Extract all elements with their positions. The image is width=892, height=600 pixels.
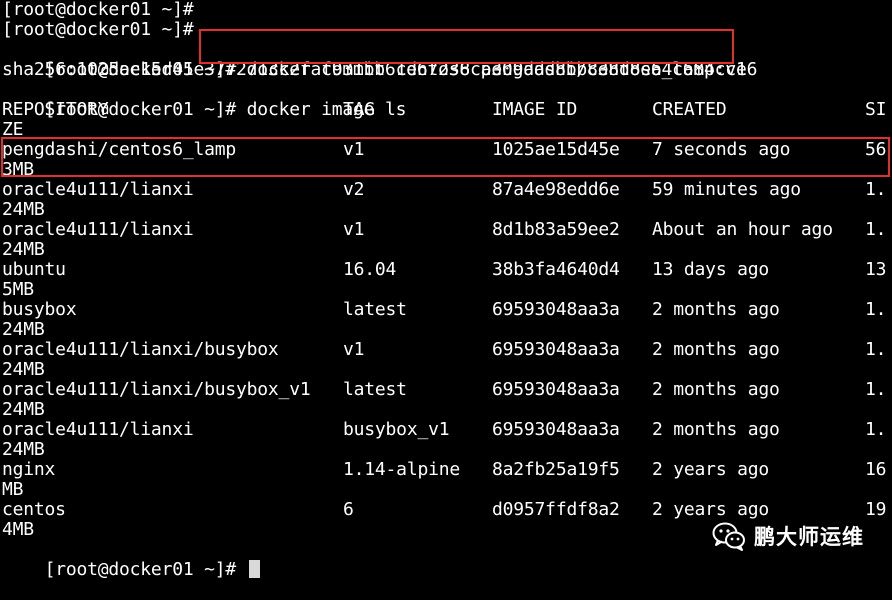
cell-repository: nginx bbox=[2, 459, 56, 480]
table-row: nginx 1.14-alpine 8a2fb25a19f5 2 years ago 1… bbox=[2, 460, 892, 480]
table-row: oracle4u111/lianxi v1 8d1b83a59ee2 About an… bbox=[2, 220, 892, 240]
cell-size-wrap: 24MB bbox=[2, 319, 45, 340]
cell-size-wrap: 4MB bbox=[2, 519, 34, 540]
cell-size-wrap: 3MB bbox=[2, 159, 34, 180]
cell-size-a: 1. bbox=[865, 179, 887, 200]
table-row: oracle4u111/lianxi/busybox v1 69593048aa3a… bbox=[2, 340, 892, 360]
cell-size-wrap: 24MB bbox=[2, 359, 45, 380]
header-size-wrap: ZE bbox=[2, 119, 24, 140]
cell-created: About an hour ago bbox=[652, 219, 833, 240]
images-command-line: [root@docker01 ~]# docker image ls bbox=[2, 80, 407, 120]
cell-image-id: 38b3fa4640d4 bbox=[492, 259, 620, 280]
watermark-text: 鹏大师运维 bbox=[754, 525, 864, 549]
table-row: busybox latest 69593048aa3a 2 months ago 1. bbox=[2, 300, 892, 320]
cell-created: 13 days ago bbox=[652, 259, 770, 280]
cell-created: 59 minutes ago bbox=[652, 179, 801, 200]
cell-created: 2 months ago bbox=[652, 419, 780, 440]
prompt-line: [root@docker01 ~]# bbox=[2, 0, 194, 20]
cell-size-a: 19 bbox=[865, 499, 887, 520]
cell-tag: 1.14-alpine bbox=[343, 459, 461, 480]
cell-repository: oracle4u111/lianxi/busybox bbox=[2, 339, 279, 360]
cell-tag: v1 bbox=[343, 339, 365, 360]
cell-size-wrap: 5MB bbox=[2, 279, 34, 300]
cell-tag: v1 bbox=[343, 139, 365, 160]
prompt-line: [root@docker01 ~]# bbox=[2, 19, 194, 40]
cell-tag: 16.04 bbox=[343, 259, 397, 280]
table-header: REPOSITORY TAG IMAGE ID CREATED SI bbox=[2, 100, 892, 120]
table-row: ubuntu 16.04 38b3fa4640d4 13 days ago 13 bbox=[2, 260, 892, 280]
cell-repository: ubuntu bbox=[2, 259, 66, 280]
cell-size-wrap: MB bbox=[2, 479, 24, 500]
watermark: 鹏大师运维 bbox=[712, 516, 864, 556]
cell-size-a: 13 bbox=[865, 259, 887, 280]
cell-size-wrap: 24MB bbox=[2, 399, 45, 420]
cell-size-a: 1. bbox=[865, 379, 887, 400]
commit-command-line: [root@docker01 ~]# docker commit centos6… bbox=[2, 40, 747, 80]
cell-repository: oracle4u111/lianxi/busybox_v1 bbox=[2, 379, 311, 400]
cell-image-id: 69593048aa3a bbox=[492, 379, 620, 400]
table-row: pengdashi/centos6_lamp v1 1025ae15d45e 7 se… bbox=[2, 140, 892, 160]
wechat-icon bbox=[712, 522, 745, 551]
cell-repository: busybox bbox=[2, 299, 77, 320]
cell-image-id: 1025ae15d45e bbox=[492, 139, 620, 160]
prompt: [root@docker01 ~]# bbox=[44, 559, 237, 580]
cell-tag: latest bbox=[343, 379, 407, 400]
cell-tag: v1 bbox=[343, 219, 365, 240]
cell-image-id: 69593048aa3a bbox=[492, 299, 620, 320]
cell-repository: pengdashi/centos6_lamp bbox=[2, 139, 237, 160]
cell-image-id: 8d1b83a59ee2 bbox=[492, 219, 620, 240]
cell-created: 2 months ago bbox=[652, 299, 780, 320]
cell-image-id: 69593048aa3a bbox=[492, 419, 620, 440]
commit-output: sha256:1025ae15d45e3772713c2faf931bb61d6… bbox=[2, 59, 758, 80]
cell-size-a: 56 bbox=[865, 139, 887, 160]
final-prompt-line[interactable]: [root@docker01 ~]# bbox=[2, 540, 260, 580]
header-repository: REPOSITORY bbox=[2, 99, 109, 120]
cell-image-id: 69593048aa3a bbox=[492, 339, 620, 360]
cell-tag: busybox_v1 bbox=[343, 419, 450, 440]
cell-repository: oracle4u111/lianxi bbox=[2, 219, 194, 240]
cell-size-a: 1. bbox=[865, 419, 887, 440]
cell-created: 2 months ago bbox=[652, 379, 780, 400]
cell-repository: oracle4u111/lianxi bbox=[2, 179, 194, 200]
cell-image-id: 8a2fb25a19f5 bbox=[492, 459, 620, 480]
cell-created: 7 seconds ago bbox=[652, 139, 791, 160]
header-size: SI bbox=[865, 99, 887, 120]
cell-repository: oracle4u111/lianxi bbox=[2, 419, 194, 440]
header-created: CREATED bbox=[652, 99, 727, 120]
cell-size-wrap: 24MB bbox=[2, 239, 45, 260]
header-tag: TAG bbox=[343, 99, 375, 120]
cell-size-a: 1. bbox=[865, 339, 887, 360]
cell-size-a: 1. bbox=[865, 299, 887, 320]
cell-tag: latest bbox=[343, 299, 407, 320]
cell-image-id: d0957ffdf8a2 bbox=[492, 499, 620, 520]
cell-created: 2 months ago bbox=[652, 339, 780, 360]
cell-tag: 6 bbox=[343, 499, 354, 520]
cell-repository: centos bbox=[2, 499, 66, 520]
table-row: oracle4u111/lianxi v2 87a4e98edd6e 59 minut… bbox=[2, 180, 892, 200]
cell-size-wrap: 24MB bbox=[2, 199, 45, 220]
header-image-id: IMAGE ID bbox=[492, 99, 578, 120]
cell-size-wrap: 24MB bbox=[2, 439, 45, 460]
cell-image-id: 87a4e98edd6e bbox=[492, 179, 620, 200]
table-row: oracle4u111/lianxi/busybox_v1 latest 69593… bbox=[2, 380, 892, 400]
cell-created: 2 years ago bbox=[652, 459, 770, 480]
cell-size-a: 16 bbox=[865, 459, 887, 480]
table-row: oracle4u111/lianxi busybox_v1 69593048aa3a… bbox=[2, 420, 892, 440]
text-cursor bbox=[248, 560, 260, 578]
cell-size-a: 1. bbox=[865, 219, 887, 240]
cell-tag: v2 bbox=[343, 179, 365, 200]
